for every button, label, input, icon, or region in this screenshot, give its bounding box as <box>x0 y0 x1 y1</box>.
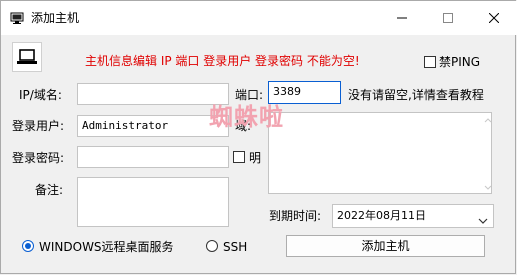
maximize-button[interactable] <box>425 1 471 35</box>
note-textarea[interactable] <box>77 177 229 227</box>
minimize-icon <box>397 17 407 19</box>
no-ping-checkbox[interactable] <box>424 56 436 68</box>
show-password-checkbox[interactable] <box>233 151 245 163</box>
note-label: 备注: <box>35 183 64 197</box>
password-label: 登录密码: <box>12 151 65 165</box>
add-host-window: 添加主机 主机信息编辑 IP 端口 登录用户 登录密码 不能为空! 禁PING … <box>0 0 517 274</box>
window-title: 添加主机 <box>31 11 80 25</box>
maximize-icon <box>443 13 453 23</box>
ssh-label: SSH <box>223 240 248 254</box>
user-label: 登录用户: <box>12 119 65 133</box>
ip-input[interactable] <box>77 83 229 105</box>
rdp-radio[interactable] <box>22 240 34 252</box>
expire-date-value: 2022年08月11日 <box>337 209 426 222</box>
show-password-label: 明 <box>249 151 262 165</box>
add-host-button[interactable]: 添加主机 <box>286 235 485 257</box>
port-hint: 没有请留空,详情查看教程 <box>348 88 484 102</box>
close-icon <box>489 13 499 23</box>
computer-icon <box>10 11 24 25</box>
laptop-icon <box>12 42 42 72</box>
minimize-button[interactable] <box>379 1 425 35</box>
domain-textarea[interactable] <box>268 112 492 194</box>
title-bar: 添加主机 <box>1 1 517 35</box>
rdp-label: WINDOWS远程桌面服务 <box>39 240 174 254</box>
chevron-down-icon <box>478 213 488 227</box>
password-input[interactable] <box>77 146 229 168</box>
close-button[interactable] <box>471 1 517 35</box>
ssh-radio[interactable] <box>206 240 218 252</box>
expire-date-picker[interactable]: 2022年08月11日 <box>332 204 494 228</box>
watermark: 蜘蛛啦 <box>209 103 284 131</box>
required-fields-notice: 主机信息编辑 IP 端口 登录用户 登录密码 不能为空! <box>85 54 360 68</box>
ip-label: IP/域名: <box>19 88 62 102</box>
user-input[interactable]: Administrator <box>77 115 229 137</box>
domain-scrollbar[interactable] <box>484 116 492 192</box>
no-ping-label: 禁PING <box>439 55 481 69</box>
expire-label: 到期时间: <box>269 209 322 223</box>
